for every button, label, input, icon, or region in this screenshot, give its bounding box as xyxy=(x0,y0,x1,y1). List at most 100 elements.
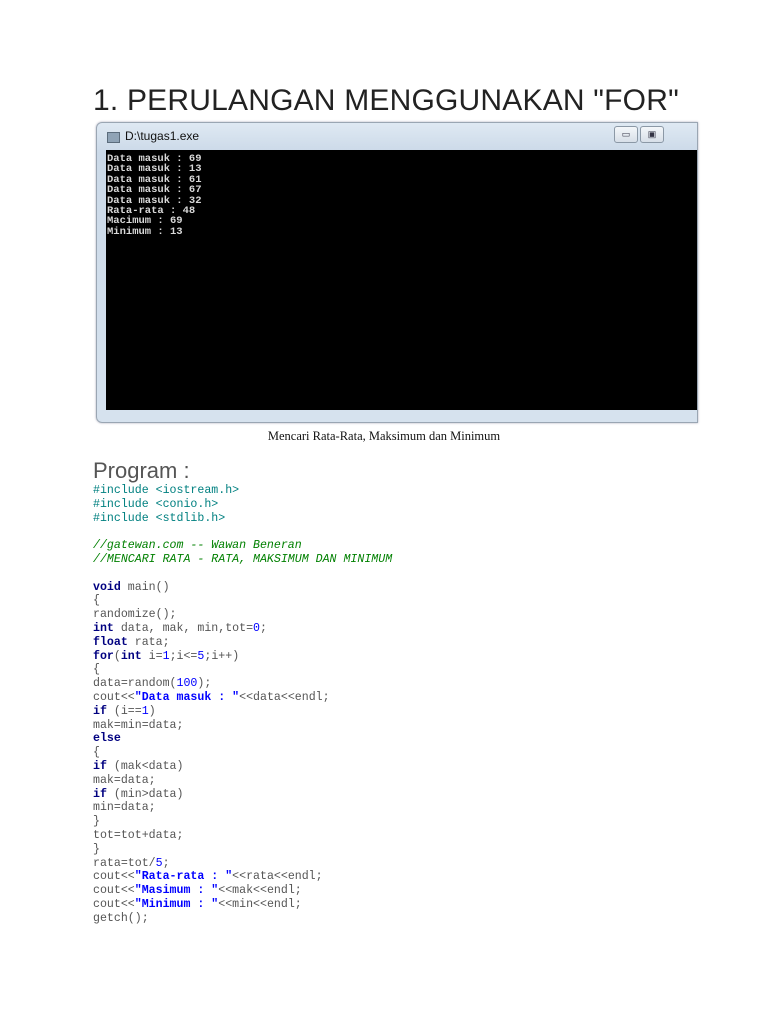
code-string: "Masimum : " xyxy=(134,884,219,898)
code-text: mak=min=data; xyxy=(93,718,184,732)
code-line: if (min>data) xyxy=(93,788,392,802)
code-text: cout<< xyxy=(93,897,135,911)
code-line: //MENCARI RATA - RATA, MAKSIMUM DAN MINI… xyxy=(93,553,392,567)
code-preprocessor: #include <stdlib.h> xyxy=(93,511,226,525)
code-text: getch(); xyxy=(93,911,149,925)
code-text: cout<< xyxy=(93,870,135,884)
code-text: ; xyxy=(162,856,170,870)
code-keyword: if xyxy=(93,787,107,801)
code-keyword: float xyxy=(93,635,128,649)
code-line: int data, mak, min,tot=0; xyxy=(93,622,392,636)
code-line: mak=min=data; xyxy=(93,719,392,733)
code-text: { xyxy=(93,746,100,760)
section-heading: 1. PERULANGAN MENGGUNAKAN "FOR" xyxy=(93,84,679,117)
code-text: <<rata<<endl; xyxy=(232,870,323,884)
code-preprocessor: #include <conio.h> xyxy=(93,497,219,511)
code-preprocessor: #include <iostream.h> xyxy=(93,484,240,497)
code-text: (min>data) xyxy=(106,787,184,801)
code-line: mak=data; xyxy=(93,774,392,788)
code-text: { xyxy=(93,594,100,608)
code-text: data=random( xyxy=(93,677,177,691)
code-keyword: int xyxy=(93,621,114,635)
code-line: cout<<"Minimum : "<<min<<endl; xyxy=(93,898,392,912)
code-line: data=random(100); xyxy=(93,677,392,691)
code-text: ; xyxy=(260,621,267,635)
minimize-icon: ▭ xyxy=(614,126,638,143)
code-line: //gatewan.com -- Wawan Beneran xyxy=(93,539,392,553)
code-text: (i== xyxy=(106,704,142,718)
code-string: "Data masuk : " xyxy=(134,690,240,704)
code-line: } xyxy=(93,843,392,857)
code-keyword: void xyxy=(93,580,121,594)
code-line: #include <conio.h> xyxy=(93,498,392,512)
code-comment: //MENCARI RATA - RATA, MAKSIMUM DAN MINI… xyxy=(93,552,393,566)
code-comment: //gatewan.com -- Wawan Beneran xyxy=(93,539,302,553)
code-text: { xyxy=(93,663,100,677)
code-string: "Rata-rata : " xyxy=(134,870,233,884)
code-line: rata=tot/5; xyxy=(93,857,392,871)
code-number: 1 xyxy=(162,649,170,663)
figure-caption: Mencari Rata-Rata, Maksimum dan Minimum xyxy=(267,429,501,443)
console-output-line: Minimum : 13 xyxy=(107,225,183,238)
code-line: { xyxy=(93,746,392,760)
code-line: getch(); xyxy=(93,912,392,926)
program-label: Program : xyxy=(93,458,190,483)
code-listing: #include <iostream.h> #include <conio.h> #… xyxy=(93,484,392,926)
code-number: 1 xyxy=(141,704,149,718)
code-text: cout<< xyxy=(93,884,135,898)
maximize-icon: ▣ xyxy=(640,126,664,143)
console-output: Data masuk : 69 Data masuk : 13 Data masuk… xyxy=(106,150,697,410)
code-line: #include <iostream.h> xyxy=(93,484,392,498)
code-line: { xyxy=(93,594,392,608)
code-text: randomize(); xyxy=(93,608,177,622)
code-line: #include <stdlib.h> xyxy=(93,512,392,526)
code-keyword: int xyxy=(120,649,142,663)
code-text: rata=tot/ xyxy=(93,856,156,870)
code-line: float rata; xyxy=(93,636,392,650)
code-line: cout<<"Masimum : "<<mak<<endl; xyxy=(93,884,392,898)
code-line: if (i==1) xyxy=(93,705,392,719)
code-text: (mak<data) xyxy=(106,759,184,773)
code-text: ) xyxy=(148,704,156,718)
code-text: ;i++) xyxy=(204,649,240,663)
code-line: else xyxy=(93,732,392,746)
code-keyword: if xyxy=(93,759,107,773)
code-number: 100 xyxy=(176,677,198,691)
code-text: rata; xyxy=(127,635,170,649)
code-line: for(int i=1;i<=5;i++) xyxy=(93,650,392,664)
console-window-screenshot: D:\tugas1.exe ▭ ▣ Data masuk : 69 Data ma… xyxy=(96,122,698,423)
code-text: cout<< xyxy=(93,690,135,704)
code-keyword: for xyxy=(93,649,114,663)
code-line: } xyxy=(93,815,392,829)
code-keyword: else xyxy=(93,732,121,746)
code-line: if (mak<data) xyxy=(93,760,392,774)
window-titlebar: D:\tugas1.exe ▭ ▣ xyxy=(97,123,697,150)
window-title: D:\tugas1.exe xyxy=(125,129,200,143)
code-text: i= xyxy=(141,649,163,663)
code-text: ;i<= xyxy=(169,649,198,663)
code-text: main() xyxy=(120,580,170,594)
code-text: } xyxy=(93,842,100,856)
code-string: "Minimum : " xyxy=(134,897,219,911)
code-text: min=data; xyxy=(93,801,156,815)
code-keyword: if xyxy=(93,704,107,718)
code-line: randomize(); xyxy=(93,608,392,622)
code-text: <<min<<endl; xyxy=(218,897,302,911)
code-line: cout<<"Data masuk : "<<data<<endl; xyxy=(93,691,392,705)
code-text: ( xyxy=(113,649,121,663)
code-text: data, mak, min,tot= xyxy=(113,621,254,635)
code-line: void main() xyxy=(93,581,392,595)
code-line: { xyxy=(93,663,392,677)
code-text: <<mak<<endl; xyxy=(218,884,302,898)
code-text: mak=data; xyxy=(93,773,156,787)
console-app-icon xyxy=(107,132,120,143)
code-text: ); xyxy=(197,677,212,691)
code-line: min=data; xyxy=(93,801,392,815)
code-text: } xyxy=(93,815,100,829)
code-text: <<data<<endl; xyxy=(239,690,330,704)
code-text: tot=tot+data; xyxy=(93,828,184,842)
code-line: cout<<"Rata-rata : "<<rata<<endl; xyxy=(93,870,392,884)
code-line: tot=tot+data; xyxy=(93,829,392,843)
